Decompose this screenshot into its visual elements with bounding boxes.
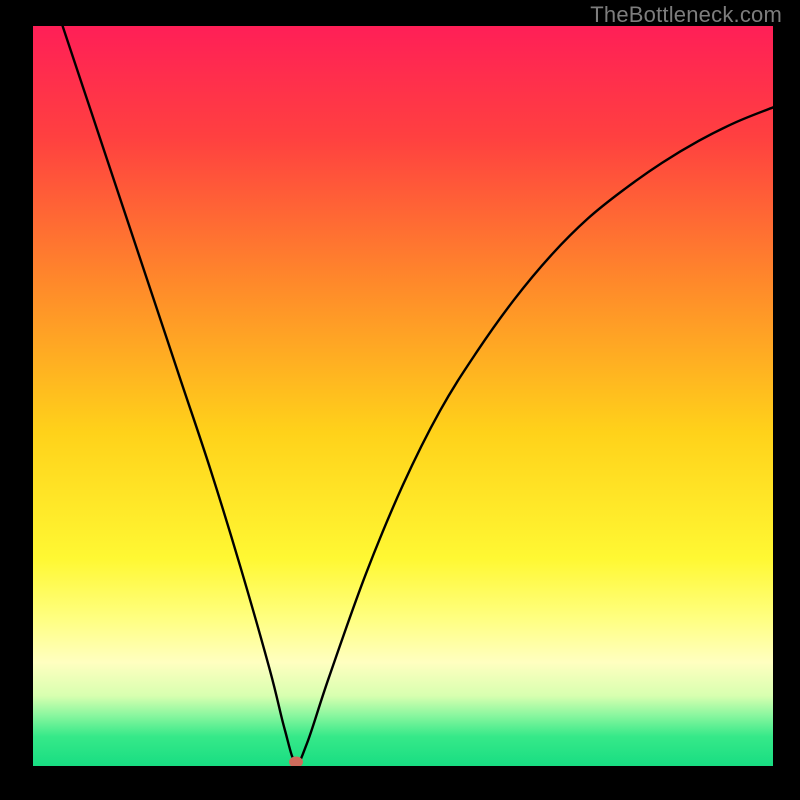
minimum-marker xyxy=(289,757,303,766)
chart-frame: TheBottleneck.com xyxy=(0,0,800,800)
plot-area xyxy=(33,26,773,766)
watermark-text: TheBottleneck.com xyxy=(590,2,782,28)
line-series xyxy=(33,26,773,766)
